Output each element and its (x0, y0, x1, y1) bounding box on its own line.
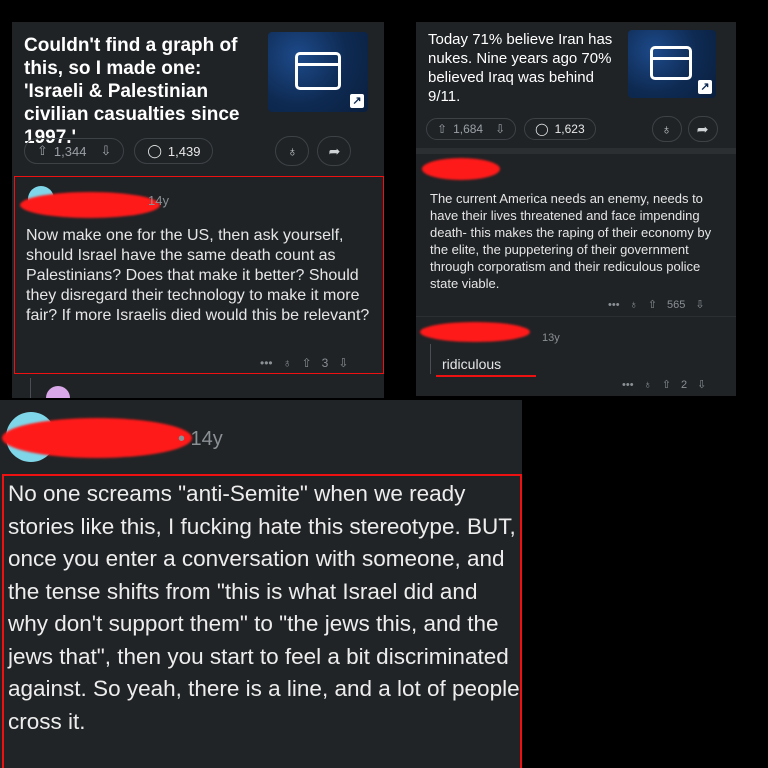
post-thumbnail[interactable]: ↗ (628, 30, 716, 98)
upvote-count: 1,684 (453, 122, 484, 136)
comments-count: 1,623 (554, 122, 585, 136)
post-panel-graph: Couldn't find a graph of this, so I made… (12, 22, 384, 398)
redaction-mark (2, 418, 192, 458)
post-title[interactable]: Today 71% believe Iran has nukes. Nine y… (428, 30, 628, 106)
arrow-down-icon[interactable]: ⇩ (100, 143, 111, 159)
external-link-icon: ↗ (350, 94, 364, 108)
comments-button[interactable]: ◯ 1,623 (524, 118, 596, 140)
share-icon: ➦ (696, 120, 709, 137)
arrow-up-icon[interactable]: ⇧ (662, 378, 671, 391)
comment-bubble-icon: ◯ (147, 143, 162, 158)
award-icon[interactable]: ♁ (630, 299, 638, 311)
post-thumbnail[interactable]: ↗ (268, 32, 368, 112)
avatar[interactable] (46, 386, 70, 398)
comment-body: Now make one for the US, then ask yourse… (26, 227, 370, 324)
award-button[interactable]: ♁ (651, 116, 682, 142)
window-icon (650, 46, 692, 80)
post-panel-iran: Today 71% believe Iran has nukes. Nine y… (416, 22, 736, 396)
thread-line (30, 378, 31, 398)
arrow-down-icon[interactable]: ⇩ (697, 378, 706, 391)
arrow-up-icon[interactable]: ⇧ (437, 122, 447, 136)
comment-toolbar: ••• ♁ ⇧ 3 ⇩ (260, 356, 348, 370)
comment-bubble-icon: ◯ (535, 122, 549, 136)
award-icon: ♁ (287, 143, 298, 159)
thread-line (430, 344, 431, 374)
comment-age: • 14y (178, 428, 223, 450)
upvote-count: 1,344 (53, 143, 87, 159)
comments-button[interactable]: ◯ 1,439 (134, 138, 214, 164)
post-title[interactable]: Couldn't find a graph of this, so I made… (24, 34, 246, 149)
comment-body: No one screams "anti-Semite" when we rea… (8, 481, 520, 734)
comment-body: The current America needs an enemy, need… (430, 191, 712, 291)
reply-body: ridiculous (442, 356, 502, 372)
more-options-icon[interactable]: ••• (622, 379, 634, 391)
arrow-down-icon[interactable]: ⇩ (495, 122, 505, 136)
reply-age: 13y (542, 332, 560, 344)
arrow-up-icon[interactable]: ⇧ (302, 356, 312, 370)
arrow-down-icon[interactable]: ⇩ (338, 356, 348, 370)
award-icon: ♁ (661, 121, 672, 137)
redaction-mark (422, 158, 500, 180)
comment-toolbar: ••• ♁ ⇧ 565 ⇩ (608, 298, 705, 312)
more-options-icon[interactable]: ••• (260, 356, 273, 370)
highlight-underline (436, 375, 536, 377)
external-link-icon: ↗ (698, 80, 712, 94)
reply-score: 2 (681, 378, 688, 391)
arrow-up-icon[interactable]: ⇧ (648, 298, 657, 311)
more-options-icon[interactable]: ••• (608, 299, 620, 311)
post-action-bar: ⇧ 1,684 ⇩ ◯ 1,623 ♁ ➦ (426, 116, 726, 142)
vote-control: ⇧ 1,344 ⇩ (24, 138, 125, 164)
comments-count: 1,439 (167, 143, 201, 159)
share-icon: ➦ (328, 142, 341, 159)
redaction-mark (420, 322, 530, 342)
arrow-up-icon[interactable]: ⇧ (37, 143, 48, 159)
share-button[interactable]: ➦ (317, 136, 352, 166)
vote-control: ⇧ 1,684 ⇩ (426, 118, 517, 140)
divider (416, 316, 736, 317)
award-icon[interactable]: ♁ (283, 356, 292, 370)
arrow-down-icon[interactable]: ⇩ (695, 298, 704, 311)
comment-score: 565 (667, 298, 686, 311)
reply-toolbar: ••• ♁ ⇧ 2 ⇩ (622, 378, 706, 392)
comment-score: 3 (321, 356, 329, 370)
post-action-bar: ⇧ 1,344 ⇩ ◯ 1,439 ♁ ➦ (24, 136, 374, 166)
comment-panel-large: • 14y No one screams "anti-Semite" when … (0, 400, 522, 768)
window-icon (295, 52, 341, 90)
award-button[interactable]: ♁ (275, 136, 310, 166)
award-icon[interactable]: ♁ (644, 379, 652, 391)
divider (416, 148, 736, 154)
share-button[interactable]: ➦ (687, 116, 718, 142)
